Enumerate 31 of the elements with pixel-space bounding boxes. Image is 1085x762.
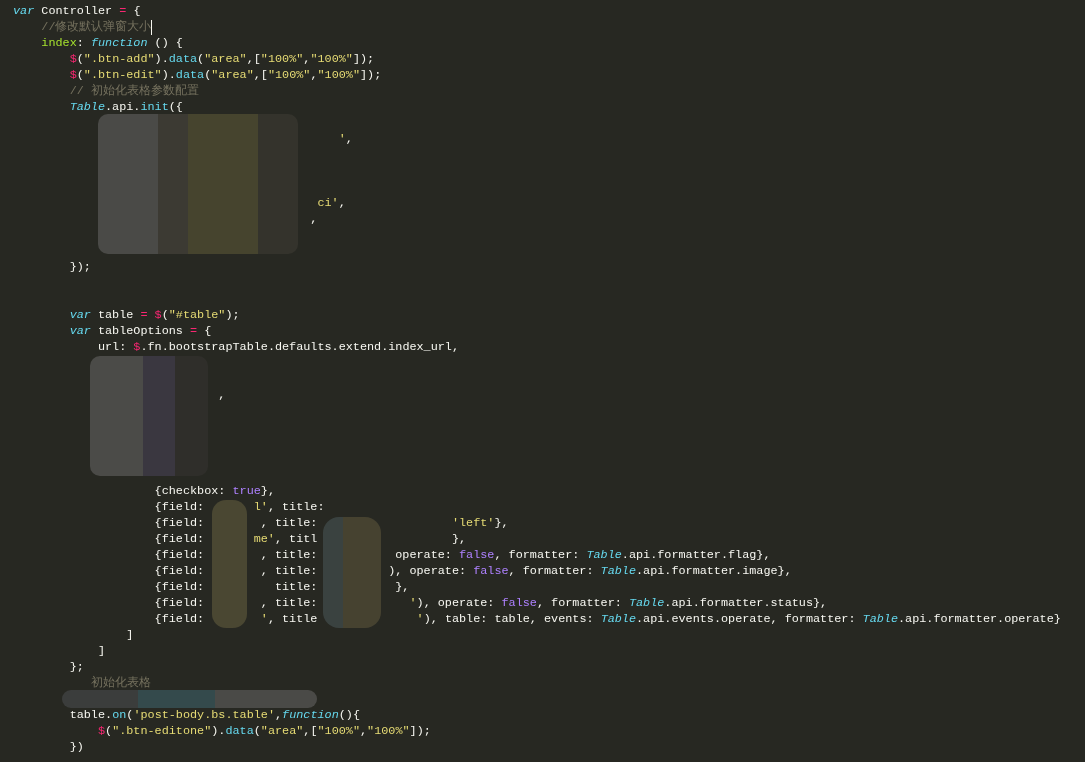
code-line: index: function () { [40,35,183,51]
code-line: {checkbox: true}, [153,483,275,499]
code-line: , [309,211,318,227]
code-line: Table.api.init({ [68,99,183,115]
code-line: {field: title: }, [153,579,410,595]
code-line: $(".btn-editone").data("area",["100%","100%"]); [96,723,431,739]
code-line: ci', [316,195,346,211]
code-line: }; [68,659,84,675]
code-line: // 初始化表格参数配置 [68,83,199,99]
code-line: var table = $("#table"); [68,307,240,323]
code-line: var Controller = { [13,3,141,19]
code-line: ] [96,643,106,659]
code-line: {field: , title: operate: false, formatter: Table.api.formatter.flag}, [153,547,771,563]
code-line: {field: me', titl }, [153,531,467,547]
code-line: $(".btn-edit").data("area",["100%","100%"]); [68,67,382,83]
code-line: ', [337,131,353,147]
code-line: }) [68,739,84,755]
code-line: {field: l', title: [153,499,325,515]
code-line: , [217,387,226,403]
code-line: {field: , title: '), operate: false, formatter: Table.api.formatter.status}, [153,595,828,611]
code-line: table.on('post-body.bs.table',function(){ [68,707,360,723]
code-line: {field: ', title '), table: table, events: Table.api.events.operate, formatter: Table.api.formatter.operate} [153,611,1061,627]
code-line: {field: , title: 'left'}, [153,515,509,531]
code-line: }); [68,259,91,275]
code-line: {field: , title: ), operate: false, formatter: Table.api.formatter.image}, [153,563,792,579]
code-line: ] [125,627,134,643]
code-line: 初始化表格 [89,675,151,691]
code-line: var tableOptions = { [68,323,212,339]
code-line: //修改默认弹窗大小 [40,19,152,35]
code-line: $(".btn-add").data("area",["100%","100%"]); [68,51,375,67]
code-line: url: $.fn.bootstrapTable.defaults.extend.index_url, [96,339,460,355]
